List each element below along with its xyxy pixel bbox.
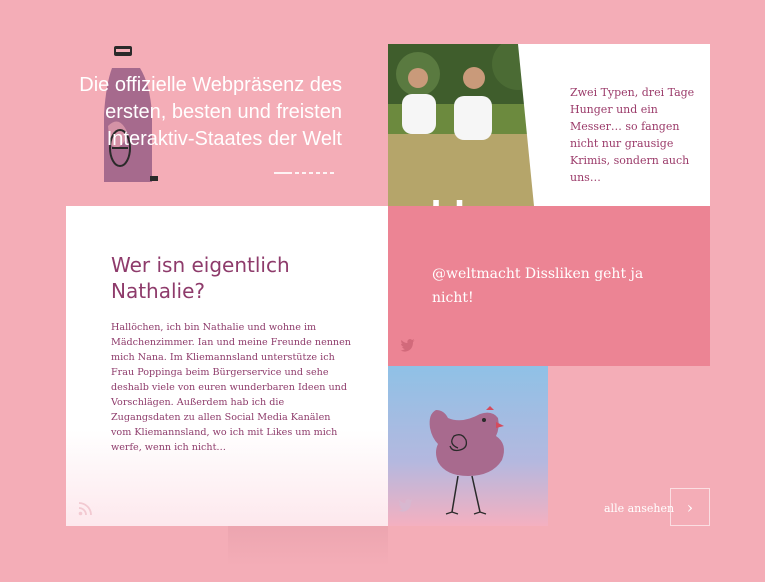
- video-thumbnail: [388, 44, 544, 206]
- tweet-text: @weltmacht Dissliken geht ja nicht!: [432, 266, 644, 306]
- twitter-bird-icon: [400, 339, 415, 352]
- see-all-link[interactable]: alle ansehen: [604, 502, 674, 515]
- video-overlay-word: valday: [388, 194, 508, 206]
- video-teaser-tile[interactable]: valday Zwei Typen, drei Tage Hunger und …: [388, 44, 710, 206]
- hero-title: Die offizielle Webpräsenz des ersten, be…: [79, 74, 342, 150]
- rss-icon[interactable]: [78, 502, 92, 516]
- about-body: Hallöchen, ich bin Nathalie und wohne im…: [111, 322, 351, 453]
- about-heading: Wer isn eigentlich Nathalie?: [111, 253, 290, 303]
- chevron-right-icon: ›: [686, 497, 694, 517]
- chicken-illustration-tile[interactable]: [388, 366, 548, 526]
- twitter-bird-icon: [398, 499, 413, 512]
- about-nathalie-card[interactable]: Wer isn eigentlich Nathalie? Hallöchen, …: [66, 206, 388, 526]
- hero-slider-indicator[interactable]: [274, 172, 344, 175]
- next-arrow-button[interactable]: ›: [670, 488, 710, 526]
- next-card-peek[interactable]: [228, 526, 388, 566]
- video-description: Zwei Typen, drei Tage Hunger und ein Mes…: [570, 86, 695, 184]
- tweet-card[interactable]: @weltmacht Dissliken geht ja nicht!: [388, 206, 710, 366]
